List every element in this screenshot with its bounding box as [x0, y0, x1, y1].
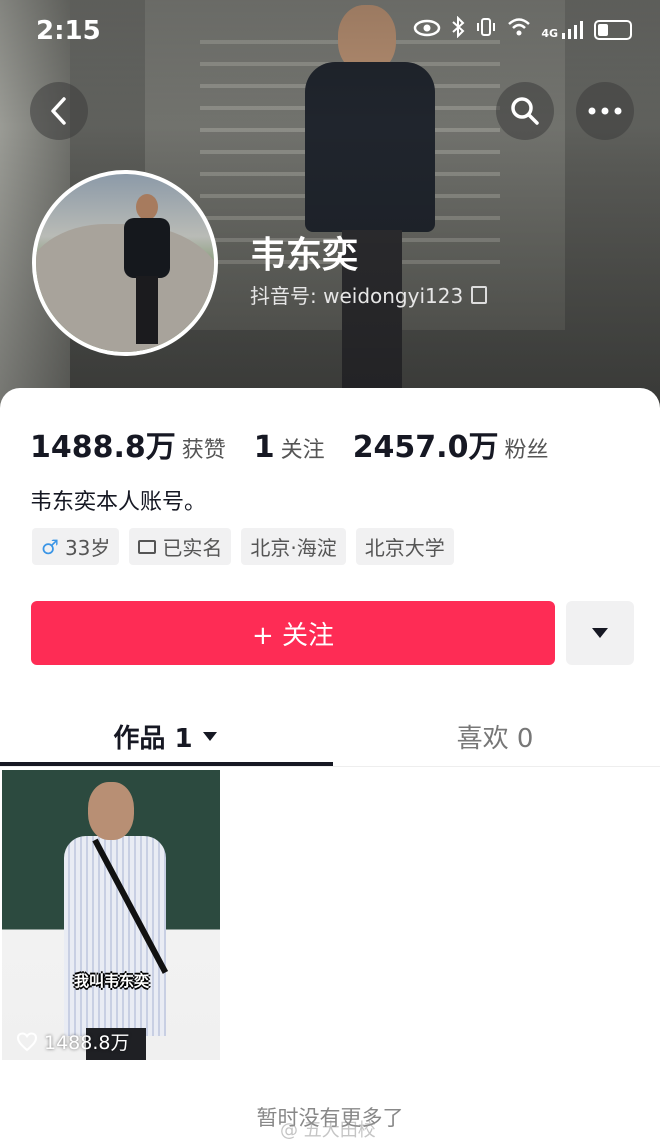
- video-likes-count: 1488.8万: [44, 1032, 130, 1054]
- search-button[interactable]: [496, 82, 554, 140]
- likes-count: 1488.8万: [30, 430, 176, 465]
- heart-icon: [16, 1031, 38, 1051]
- tag-verified-label: 已实名: [162, 536, 223, 560]
- profile-stats: 1488.8万 获赞 1 关注 2457.0万 粉丝: [30, 422, 576, 466]
- tag-age: ♂ 33岁: [32, 528, 120, 565]
- followers-count[interactable]: 2457.0万: [353, 422, 499, 466]
- avatar[interactable]: [32, 170, 218, 356]
- triangle-down-icon: [202, 731, 217, 741]
- tab-works[interactable]: 作品 1: [0, 706, 330, 766]
- followers-label[interactable]: 粉丝: [504, 432, 548, 464]
- tab-likes-label: 喜欢 0: [456, 723, 534, 754]
- chevron-left-icon: [51, 97, 66, 125]
- network-type-label: 4G: [541, 26, 558, 40]
- profile-name: 韦东奕: [250, 235, 359, 276]
- watermark: @ 五大田校: [280, 1116, 376, 1142]
- triangle-down-icon: [592, 628, 608, 638]
- video-caption: 我叫韦东奕: [74, 972, 150, 990]
- search-icon: [511, 97, 539, 125]
- douyin-id-row[interactable]: 抖音号: weidongyi123: [250, 280, 488, 309]
- tab-likes[interactable]: 喜欢 0: [330, 706, 660, 766]
- tag-age-label: 33岁: [64, 536, 111, 560]
- content-tabs: 作品 1 喜欢 0: [0, 706, 660, 767]
- cellular-signal-icon: 4G: [541, 20, 584, 40]
- status-bar: 2:15 4G: [0, 0, 660, 62]
- following-count[interactable]: 1: [254, 430, 275, 465]
- likes-label: 获赞: [181, 438, 226, 463]
- more-dots-icon: [588, 107, 622, 115]
- video-thumbnail[interactable]: 我叫韦东奕 1488.8万: [2, 770, 220, 1060]
- profile-bio: 韦东奕本人账号。: [30, 490, 207, 515]
- more-options-button[interactable]: [576, 82, 634, 140]
- recommend-dropdown-button[interactable]: [566, 601, 634, 665]
- profile-card: 1488.8万 获赞 1 关注 2457.0万 粉丝 韦东奕本人账号。 ♂ 33…: [0, 388, 660, 1146]
- video-likes: 1488.8万: [16, 1028, 129, 1055]
- bluetooth-icon: [451, 15, 465, 43]
- male-icon: ♂: [41, 534, 59, 559]
- tag-location: 北京·海淀: [241, 528, 346, 565]
- back-button[interactable]: [30, 82, 88, 140]
- tab-works-label: 作品 1: [113, 723, 193, 754]
- status-time: 2:15: [36, 16, 101, 46]
- wifi-icon: [507, 17, 531, 42]
- active-tab-indicator: [0, 762, 333, 766]
- vibrate-icon: [475, 16, 497, 43]
- tag-verified: 已实名: [129, 528, 232, 565]
- tag-school: 北京大学: [355, 528, 454, 565]
- watermark-text: @ 五大田校: [280, 1120, 376, 1141]
- follow-button[interactable]: + 关注: [31, 601, 555, 665]
- eye-icon: [413, 18, 441, 42]
- douyin-id-text: 抖音号: weidongyi123: [250, 284, 464, 308]
- id-card-icon: [138, 539, 157, 554]
- copy-icon[interactable]: [471, 285, 488, 304]
- following-label[interactable]: 关注: [281, 432, 325, 464]
- battery-icon: [594, 19, 632, 40]
- profile-tags: ♂ 33岁 已实名 北京·海淀 北京大学: [32, 528, 454, 565]
